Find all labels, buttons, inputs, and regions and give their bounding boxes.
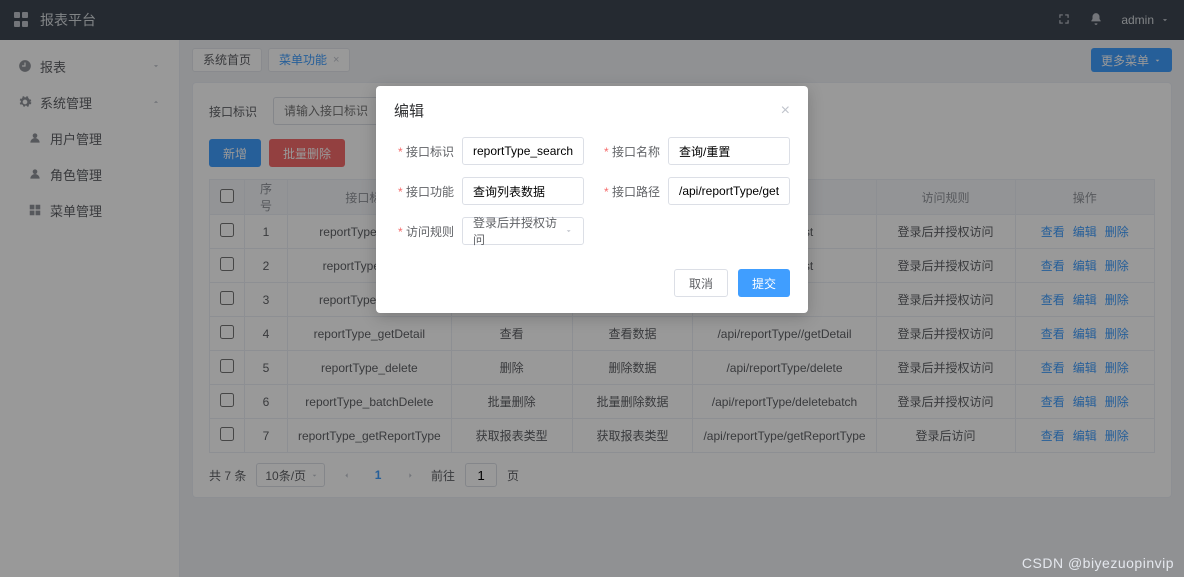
modal-title: 编辑 (394, 100, 424, 121)
submit-button[interactable]: 提交 (738, 269, 790, 297)
cancel-button[interactable]: 取消 (674, 269, 728, 297)
field-label-path: 接口路径 (602, 183, 660, 200)
field-input-func[interactable] (462, 177, 584, 205)
field-label-rule: 访问规则 (396, 223, 454, 240)
field-select-rule[interactable]: 登录后并授权访问 (462, 217, 584, 245)
field-label-func: 接口功能 (396, 183, 454, 200)
field-label-name: 接口名称 (602, 143, 660, 160)
edit-modal: 编辑 × 接口标识 接口名称 接口功能 接口路径 (376, 86, 808, 313)
modal-mask: 编辑 × 接口标识 接口名称 接口功能 接口路径 (0, 0, 1184, 577)
select-value: 登录后并授权访问 (473, 214, 564, 248)
field-input-path[interactable] (668, 177, 790, 205)
chevron-down-icon (564, 226, 573, 236)
field-input-code[interactable] (462, 137, 584, 165)
close-icon[interactable]: × (781, 102, 790, 120)
field-input-name[interactable] (668, 137, 790, 165)
field-label-code: 接口标识 (396, 143, 454, 160)
